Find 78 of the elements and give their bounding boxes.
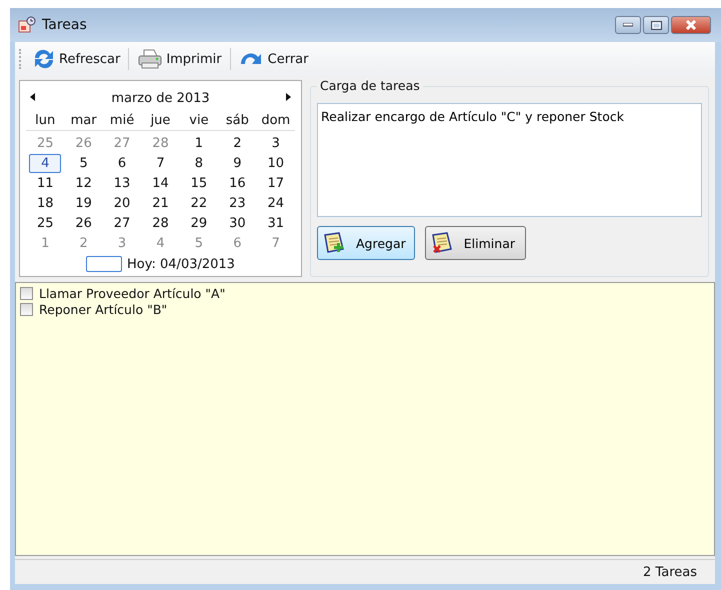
calendar-day[interactable]: 18 bbox=[29, 194, 62, 213]
close-button[interactable] bbox=[671, 16, 711, 34]
calendar-day[interactable]: 7 bbox=[144, 154, 177, 173]
right-triangle-icon bbox=[286, 92, 291, 100]
calendar-day[interactable]: 2 bbox=[67, 234, 100, 253]
calendar-day[interactable]: 4 bbox=[29, 154, 62, 173]
task-count: 2 Tareas bbox=[643, 564, 697, 580]
task-label[interactable]: Reponer Artículo "B" bbox=[39, 302, 168, 317]
month-title: marzo de 2013 bbox=[111, 90, 210, 106]
calendar-day[interactable]: 5 bbox=[67, 154, 100, 173]
left-triangle-icon bbox=[30, 92, 35, 100]
group-legend: Carga de tareas bbox=[317, 78, 423, 93]
calendar-day[interactable]: 30 bbox=[221, 214, 254, 233]
calendar-day[interactable]: 17 bbox=[260, 174, 292, 193]
calendar-day[interactable]: 8 bbox=[182, 154, 216, 173]
weekday-label: dom bbox=[256, 113, 295, 131]
calendar-day[interactable]: 27 bbox=[106, 134, 138, 153]
task-checkbox[interactable] bbox=[20, 287, 33, 300]
weekday-label: vie bbox=[180, 113, 218, 131]
delete-button[interactable]: Eliminar bbox=[424, 226, 526, 260]
weekday-label: jue bbox=[141, 113, 180, 131]
calendar-day[interactable]: 5 bbox=[182, 234, 216, 253]
calendar-day[interactable]: 10 bbox=[260, 154, 292, 173]
calendar-day[interactable]: 29 bbox=[182, 214, 216, 233]
maximize-button[interactable] bbox=[643, 16, 669, 34]
calendar-day[interactable]: 16 bbox=[221, 174, 254, 193]
weekday-label: sáb bbox=[218, 113, 257, 131]
calendar-day[interactable]: 9 bbox=[221, 154, 254, 173]
calendar-day[interactable]: 4 bbox=[144, 234, 177, 253]
calendar-day[interactable]: 6 bbox=[221, 234, 254, 253]
task-checkbox[interactable] bbox=[20, 303, 33, 316]
calendar-day[interactable]: 19 bbox=[67, 194, 100, 213]
task-label[interactable]: Llamar Proveedor Artículo "A" bbox=[39, 286, 226, 301]
calendar-day[interactable]: 20 bbox=[106, 194, 138, 213]
printer-icon bbox=[137, 48, 164, 70]
calendar-day[interactable]: 1 bbox=[29, 234, 62, 253]
refresh-icon bbox=[32, 48, 56, 70]
minimize-button[interactable] bbox=[615, 16, 641, 34]
calendar-day[interactable]: 14 bbox=[144, 174, 177, 193]
calendar-day[interactable]: 28 bbox=[144, 214, 177, 233]
toolbar-button[interactable]: Cerrar bbox=[236, 46, 312, 72]
weekday-label: lun bbox=[26, 113, 64, 131]
note-plus-icon bbox=[322, 231, 346, 255]
calendar-day[interactable]: 13 bbox=[106, 174, 138, 193]
maximize-icon bbox=[650, 20, 662, 30]
calendar-day[interactable]: 31 bbox=[260, 214, 292, 233]
calendar-app-icon bbox=[18, 16, 36, 34]
window-title: Tareas bbox=[42, 17, 88, 33]
calendar-day[interactable]: 12 bbox=[67, 174, 100, 193]
calendar-day[interactable]: 23 bbox=[221, 194, 254, 213]
calendar-day[interactable]: 3 bbox=[106, 234, 138, 253]
task-input-field[interactable]: Realizar encargo de Artículo "C" y reponer Stock bbox=[317, 103, 702, 217]
calendar-day[interactable]: 1 bbox=[182, 134, 216, 153]
today-link[interactable]: Hoy: 04/03/2013 bbox=[127, 256, 235, 272]
add-button[interactable]: Agregar bbox=[317, 226, 415, 260]
calendar-day[interactable]: 7 bbox=[260, 234, 292, 253]
close-icon bbox=[685, 20, 697, 30]
today-marker bbox=[86, 256, 122, 272]
calendar-day[interactable]: 24 bbox=[260, 194, 292, 213]
toolbar-button[interactable]: Imprimir bbox=[134, 46, 225, 72]
weekday-label: mié bbox=[102, 113, 142, 131]
calendar-day[interactable]: 6 bbox=[106, 154, 138, 173]
calendar-day[interactable]: 27 bbox=[106, 214, 138, 233]
calendar-day[interactable]: 26 bbox=[67, 214, 100, 233]
toolbar-button[interactable]: Refrescar bbox=[29, 46, 124, 72]
note-x-icon bbox=[430, 231, 454, 255]
minimize-icon bbox=[623, 23, 633, 27]
calendar-day[interactable]: 25 bbox=[29, 214, 62, 233]
calendar-day[interactable]: 3 bbox=[260, 134, 292, 153]
calendar-day[interactable]: 2 bbox=[221, 134, 254, 153]
calendar-day[interactable]: 11 bbox=[29, 174, 62, 193]
weekday-label: mar bbox=[64, 113, 103, 131]
calendar-day[interactable]: 26 bbox=[67, 134, 100, 153]
calendar-day[interactable]: 28 bbox=[144, 134, 177, 153]
calendar-day[interactable]: 21 bbox=[144, 194, 177, 213]
calendar-day[interactable]: 15 bbox=[182, 174, 216, 193]
calendar-day[interactable]: 25 bbox=[29, 134, 62, 153]
calendar-day[interactable]: 22 bbox=[182, 194, 216, 213]
